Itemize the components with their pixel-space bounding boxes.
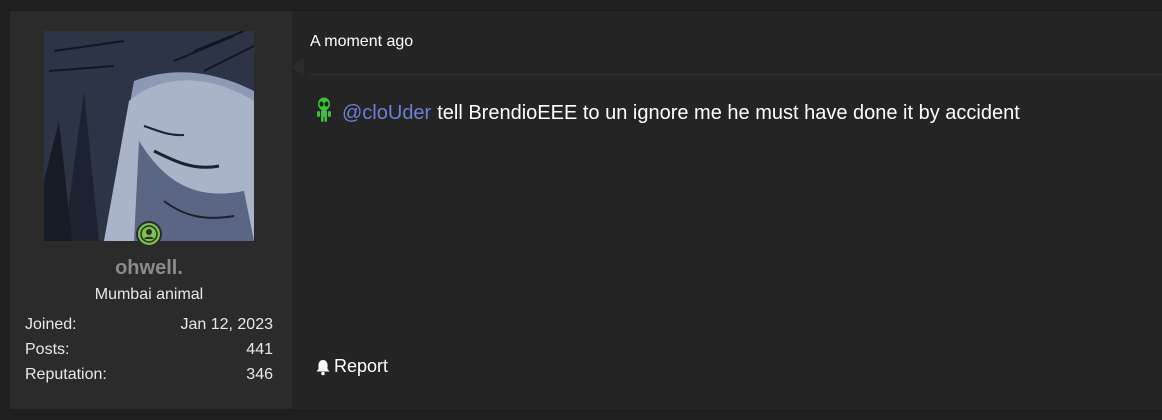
post-message: @cloUder tell BrendioEEE to un ignore me…: [314, 97, 1020, 129]
stat-value: 441: [246, 341, 273, 358]
alien-icon: [314, 97, 334, 129]
stat-label: Reputation:: [25, 366, 107, 383]
panel-arrow: [292, 57, 304, 77]
message-text: tell BrendioEEE to un ignore me he must …: [437, 101, 1020, 124]
user-mention-link[interactable]: @cloUder: [342, 102, 431, 125]
avatar[interactable]: [44, 31, 254, 241]
user-info-panel: ohwell. Mumbai animal Joined: Jan 12, 20…: [10, 11, 292, 409]
report-button[interactable]: Report: [314, 356, 388, 377]
forum-post: ohwell. Mumbai animal Joined: Jan 12, 20…: [10, 10, 1162, 409]
stat-label: Joined:: [25, 316, 77, 333]
stat-joined: Joined: Jan 12, 2023: [25, 315, 273, 340]
bell-icon: [316, 359, 330, 375]
user-title: Mumbai animal: [94, 286, 204, 303]
stat-value: Jan 12, 2023: [180, 316, 273, 333]
online-status-icon: [136, 221, 162, 247]
user-stats: Joined: Jan 12, 2023 Posts: 441 Reputati…: [25, 315, 273, 390]
stat-label: Posts:: [25, 341, 70, 358]
post-divider: [310, 74, 1162, 75]
report-label: Report: [334, 356, 389, 376]
username-link[interactable]: ohwell.: [10, 257, 288, 280]
stat-reputation: Reputation: 346: [25, 365, 273, 390]
stat-posts: Posts: 441: [25, 340, 273, 365]
stat-value: 346: [246, 366, 273, 383]
post-timestamp[interactable]: A moment ago: [310, 33, 413, 51]
